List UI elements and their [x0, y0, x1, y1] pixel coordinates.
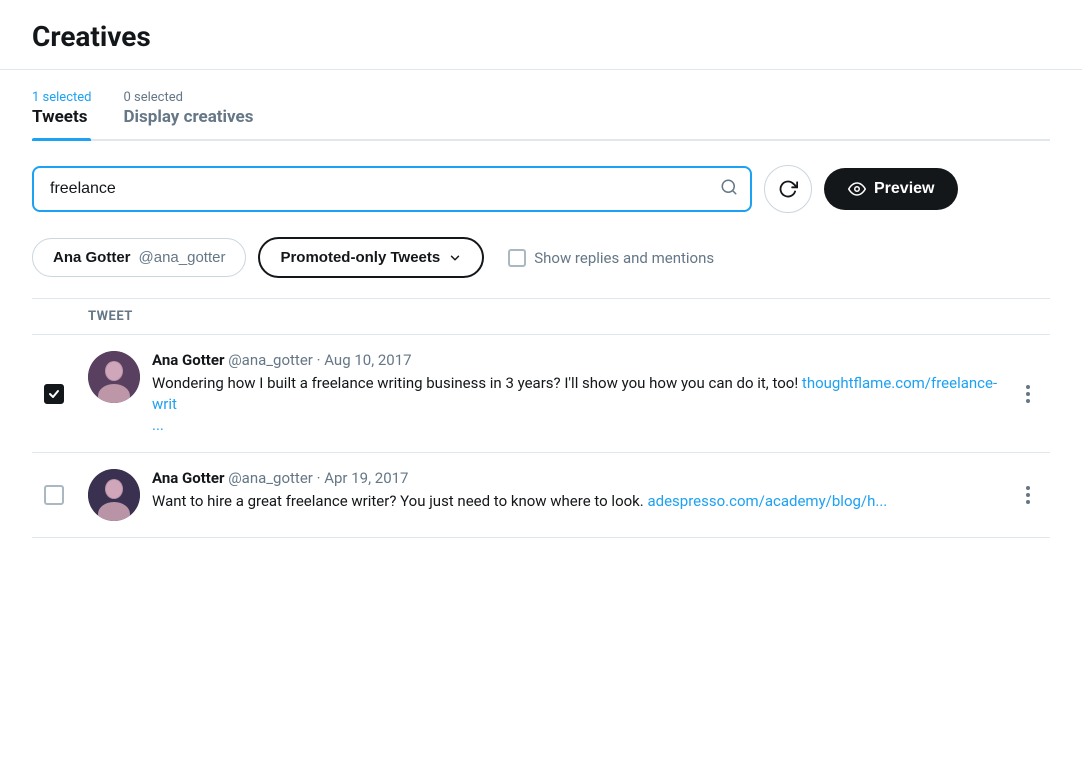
preview-button[interactable]: Preview — [824, 168, 958, 210]
tweet-column-header: Tweet — [76, 299, 1010, 335]
content-area: 1 selected Tweets 0 selected Display cre… — [0, 90, 1082, 538]
search-icon — [720, 178, 738, 200]
author-filter-handle: @ana_gotter — [139, 249, 226, 266]
author-filter-button[interactable]: Ana Gotter @ana_gotter — [32, 238, 246, 277]
row-checkbox-empty[interactable] — [44, 485, 64, 505]
tweet-avatar — [88, 469, 140, 521]
tab-display-label: Display creatives — [123, 107, 253, 127]
tab-display-count: 0 selected — [123, 90, 182, 105]
tweet-type-button[interactable]: Promoted-only Tweets — [258, 237, 484, 278]
table-row: Ana Gotter @ana_gotter · Aug 10, 2017 Wo… — [32, 335, 1050, 453]
tweet-link[interactable]: adespresso.com/academy/blog/h... — [647, 492, 887, 510]
preview-label: Preview — [874, 180, 934, 198]
author-filter-name: Ana Gotter — [53, 249, 131, 266]
show-replies-label[interactable]: Show replies and mentions — [534, 249, 714, 267]
table-header: Tweet — [32, 299, 1050, 335]
tweet-type-label: Promoted-only Tweets — [280, 249, 440, 266]
search-input-wrapper — [32, 166, 752, 212]
show-replies-checkbox[interactable] — [508, 249, 526, 267]
tweet-author-name: Ana Gotter — [152, 351, 224, 369]
search-input[interactable] — [32, 166, 752, 212]
eye-icon — [848, 180, 866, 198]
page-header: Creatives — [0, 0, 1082, 70]
tweet-link[interactable]: thoughtflame.com/freelance-writ... — [152, 374, 997, 434]
check-column-header — [32, 299, 76, 335]
tabs-row: 1 selected Tweets 0 selected Display cre… — [32, 90, 1050, 141]
dot-icon — [1026, 486, 1030, 490]
tweet-author-handle: @ana_gotter · — [228, 469, 324, 487]
table-row: Ana Gotter @ana_gotter · Apr 19, 2017 Wa… — [32, 453, 1050, 538]
tweet-text-block: Ana Gotter @ana_gotter · Aug 10, 2017 Wo… — [152, 351, 998, 436]
dot-icon — [1026, 493, 1030, 497]
tweet-author-line: Ana Gotter @ana_gotter · Apr 19, 2017 — [152, 469, 998, 487]
avatar — [88, 351, 140, 403]
chevron-down-icon — [448, 251, 462, 265]
tweet-author-line: Ana Gotter @ana_gotter · Aug 10, 2017 — [152, 351, 998, 369]
search-row: Preview — [32, 165, 1050, 213]
tab-tweets-label: Tweets — [32, 107, 87, 127]
avatar — [88, 469, 140, 521]
dot-icon — [1026, 385, 1030, 389]
tweet-author-name: Ana Gotter — [152, 469, 224, 487]
tweet-author-handle: @ana_gotter · — [228, 351, 324, 369]
menu-column-header — [1010, 299, 1050, 335]
tweet-rows: Ana Gotter @ana_gotter · Aug 10, 2017 Wo… — [32, 335, 1050, 538]
tweet-text-block: Ana Gotter @ana_gotter · Apr 19, 2017 Wa… — [152, 469, 998, 512]
tweet-menu-button[interactable] — [1022, 482, 1034, 508]
tweet-body: Wondering how I built a freelance writin… — [152, 373, 998, 436]
tweet-date: Apr 19, 2017 — [324, 469, 408, 487]
show-replies-wrapper: Show replies and mentions — [508, 249, 714, 267]
tweet-body: Want to hire a great freelance writer? Y… — [152, 491, 998, 512]
dot-icon — [1026, 500, 1030, 504]
dot-icon — [1026, 392, 1030, 396]
tweet-content: Ana Gotter @ana_gotter · Apr 19, 2017 Wa… — [88, 469, 998, 521]
tab-display-creatives[interactable]: 0 selected Display creatives — [123, 90, 253, 139]
tweet-avatar — [88, 351, 140, 403]
page-title: Creatives — [32, 20, 1050, 53]
tab-tweets[interactable]: 1 selected Tweets — [32, 90, 91, 139]
tweet-menu-button[interactable] — [1022, 381, 1034, 407]
dot-icon — [1026, 399, 1030, 403]
filters-row: Ana Gotter @ana_gotter Promoted-only Twe… — [32, 237, 1050, 278]
tweet-table: Tweet Ana Gotter @ana_gotter · Aug 10, 2… — [32, 298, 1050, 538]
row-checkbox-checked[interactable] — [44, 384, 64, 404]
refresh-button[interactable] — [764, 165, 812, 213]
tweet-content: Ana Gotter @ana_gotter · Aug 10, 2017 Wo… — [88, 351, 998, 436]
tab-tweets-count: 1 selected — [32, 90, 91, 105]
tweet-date: Aug 10, 2017 — [324, 351, 411, 369]
